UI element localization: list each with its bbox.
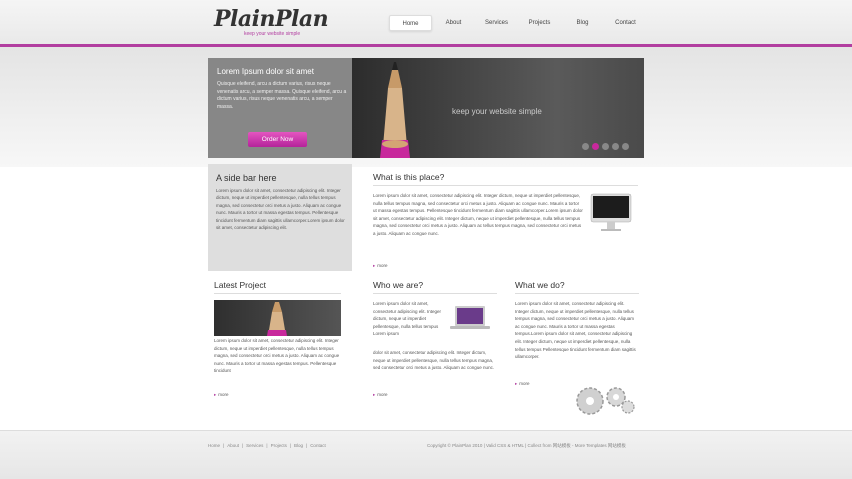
sidebar-text: Lorem ipsum dolor sit amet, consectetur … — [216, 188, 345, 231]
sidebar-title: A side bar here — [216, 173, 277, 183]
about-title: What is this place? — [373, 172, 445, 182]
latest-text: Lorem ipsum dolor sit amet, consectetur … — [214, 338, 340, 374]
hero-info-panel: Lorem Ipsum dolor sit amet Quisque eleif… — [208, 58, 352, 158]
about-divider — [373, 185, 638, 186]
footer-link-contact[interactable]: Contact — [310, 443, 326, 448]
footer-separator: | — [241, 443, 244, 448]
footer-link-about[interactable]: About — [227, 443, 239, 448]
hero-slogan: keep your website simple — [452, 107, 542, 116]
footer-separator: | — [289, 443, 291, 448]
about-more-link[interactable]: ▸ more — [373, 263, 388, 269]
hero-text: Quisque eleifend, arcu a dictum varius, … — [217, 81, 347, 110]
about-text: Lorem ipsum dolor sit amet, consectetur … — [373, 193, 583, 236]
latest-title: Latest Project — [214, 280, 266, 290]
slider-dot-5[interactable] — [622, 143, 629, 150]
latest-pencil-image — [267, 302, 287, 336]
site-logo[interactable]: PlainPlan — [214, 6, 329, 32]
who-title: Who we are? — [373, 280, 424, 290]
nav-item-contact[interactable]: Contact — [604, 15, 647, 31]
footer-nav: Home | About | Services | Projects | Blog | C… — [208, 443, 326, 448]
who-divider — [373, 293, 497, 294]
what-divider — [515, 293, 639, 294]
what-more-link[interactable]: ▸ more — [515, 381, 530, 387]
footer-link-projects[interactable]: Projects — [271, 443, 287, 448]
footer — [0, 430, 852, 479]
footer-link-blog[interactable]: Blog — [294, 443, 303, 448]
order-now-button[interactable]: Order Now — [248, 132, 307, 147]
site-tagline: keep your website simple — [244, 31, 301, 37]
latest-more-link[interactable]: ▸ more — [214, 392, 229, 398]
what-title: What we do? — [515, 280, 565, 290]
nav-item-home[interactable]: Home — [389, 15, 432, 31]
latest-more-label: more — [218, 392, 229, 397]
main-nav: Home About Services Projects Blog Contac… — [389, 15, 647, 31]
about-text-top: Lorem ipsum dolor sit amet, consectetur … — [373, 192, 583, 238]
slider-dot-1[interactable] — [582, 143, 589, 150]
slider-pagination — [582, 143, 632, 150]
footer-separator: | — [223, 443, 225, 448]
hero-slider: Lorem Ipsum dolor sit amet Quisque eleif… — [208, 58, 644, 158]
nav-item-services[interactable]: Services — [475, 15, 518, 31]
latest-project-image[interactable] — [214, 300, 341, 336]
who-more-label: more — [377, 392, 388, 397]
footer-copyright: Copyright © PlainPlan 2010 | Valid CSS &… — [427, 443, 626, 448]
footer-link-services[interactable]: Services — [246, 443, 263, 448]
hero-slide-image: keep your website simple — [352, 58, 644, 158]
what-more-label: more — [519, 381, 530, 386]
slider-dot-3[interactable] — [602, 143, 609, 150]
nav-item-blog[interactable]: Blog — [561, 15, 604, 31]
latest-divider — [214, 293, 341, 294]
slider-dot-2[interactable] — [592, 143, 599, 150]
imac-icon — [590, 193, 632, 231]
nav-item-about[interactable]: About — [432, 15, 475, 31]
slider-dot-4[interactable] — [612, 143, 619, 150]
who-text-wide: dolor sit amet, consectetur adipiscing e… — [373, 350, 495, 371]
what-text: Lorem ipsum dolor sit amet, consectetur … — [515, 301, 636, 360]
sidebar: A side bar here Lorem ipsum dolor sit am… — [208, 164, 352, 271]
footer-separator: | — [306, 443, 308, 448]
who-more-link[interactable]: ▸ more — [373, 392, 388, 398]
footer-link-home[interactable]: Home — [208, 443, 220, 448]
nav-item-projects[interactable]: Projects — [518, 15, 561, 31]
hero-title: Lorem Ipsum dolor sit amet — [217, 67, 314, 76]
gears-icon — [576, 387, 635, 415]
footer-separator: | — [266, 443, 268, 448]
about-more-label: more — [377, 263, 388, 268]
who-text-narrow: Lorem ipsum dolor sit amet, consectetur … — [373, 301, 442, 337]
macbook-icon — [450, 306, 490, 329]
